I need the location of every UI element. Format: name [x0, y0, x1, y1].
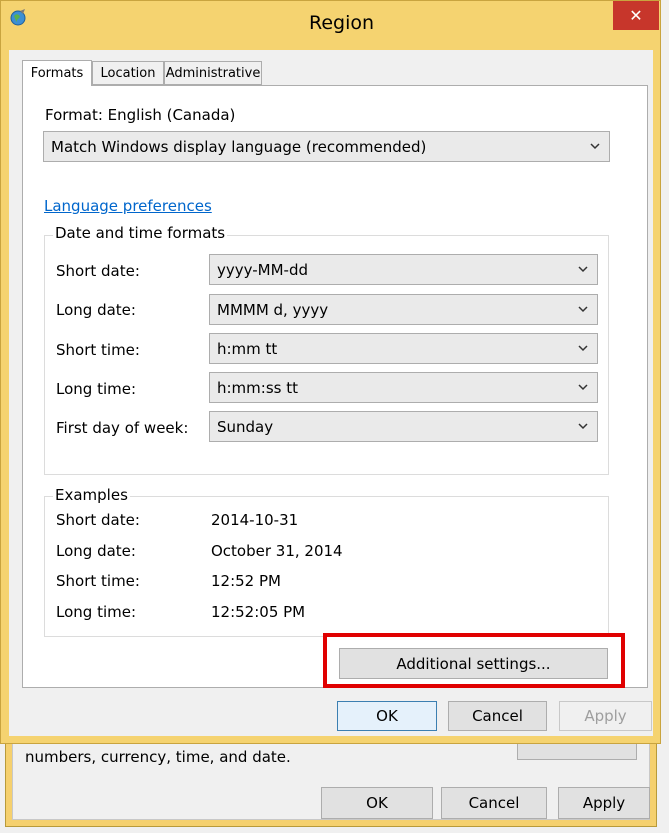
short-time-label: Short time:: [56, 341, 140, 359]
tab-location[interactable]: Location: [92, 61, 164, 85]
short-date-dropdown[interactable]: yyyy-MM-dd: [209, 254, 598, 285]
format-dropdown-value: Match Windows display language (recommen…: [51, 137, 427, 156]
highlight-box: [323, 633, 625, 688]
long-date-dropdown[interactable]: MMMM d, yyyy: [209, 294, 598, 325]
example-long-time-value: 12:52:05 PM: [211, 603, 306, 621]
first-day-of-week-label: First day of week:: [56, 419, 189, 437]
example-short-date-value: 2014-10-31: [211, 511, 299, 529]
example-short-time-value: 12:52 PM: [211, 572, 281, 590]
close-icon: ✕: [629, 6, 643, 25]
date-time-formats-group-title: Date and time formats: [53, 224, 228, 242]
background-cancel-button[interactable]: Cancel: [441, 787, 547, 819]
first-day-of-week-dropdown[interactable]: Sunday: [209, 411, 598, 442]
chevron-down-icon: [590, 143, 600, 150]
long-time-dropdown[interactable]: h:mm:ss tt: [209, 372, 598, 403]
cancel-button[interactable]: Cancel: [448, 701, 547, 731]
chevron-down-icon: [578, 423, 588, 430]
first-day-of-week-value: Sunday: [217, 417, 274, 436]
tab-formats[interactable]: Formats: [22, 60, 92, 86]
format-label: Format: English (Canada): [45, 106, 236, 124]
chevron-down-icon: [578, 384, 588, 391]
window-title: Region: [308, 12, 375, 34]
tab-administrative[interactable]: Administrative: [164, 61, 262, 85]
example-long-date-label: Long date:: [56, 542, 136, 560]
example-long-time-label: Long time:: [56, 603, 137, 621]
chevron-down-icon: [578, 345, 588, 352]
language-preferences-link[interactable]: Language preferences: [44, 197, 212, 215]
ok-button[interactable]: OK: [337, 701, 437, 731]
short-time-dropdown[interactable]: h:mm tt: [209, 333, 598, 364]
short-date-value: yyyy-MM-dd: [217, 260, 308, 279]
example-short-time-label: Short time:: [56, 572, 140, 590]
example-long-date-value: October 31, 2014: [211, 542, 343, 560]
example-short-date-label: Short date:: [56, 511, 140, 529]
chevron-down-icon: [578, 306, 588, 313]
long-time-value: h:mm:ss tt: [217, 378, 298, 397]
long-date-label: Long date:: [56, 301, 136, 319]
background-apply-button[interactable]: Apply: [558, 787, 650, 819]
background-description-text: numbers, currency, time, and date.: [25, 748, 291, 766]
close-button[interactable]: ✕: [613, 1, 659, 30]
chevron-down-icon: [578, 266, 588, 273]
apply-button[interactable]: Apply: [559, 701, 652, 731]
examples-group-title: Examples: [53, 486, 130, 504]
long-time-label: Long time:: [56, 380, 137, 398]
background-ok-button[interactable]: OK: [321, 787, 433, 819]
format-dropdown[interactable]: Match Windows display language (recommen…: [43, 131, 610, 162]
long-date-value: MMMM d, yyyy: [217, 300, 329, 319]
short-time-value: h:mm tt: [217, 339, 278, 358]
short-date-label: Short date:: [56, 262, 140, 280]
